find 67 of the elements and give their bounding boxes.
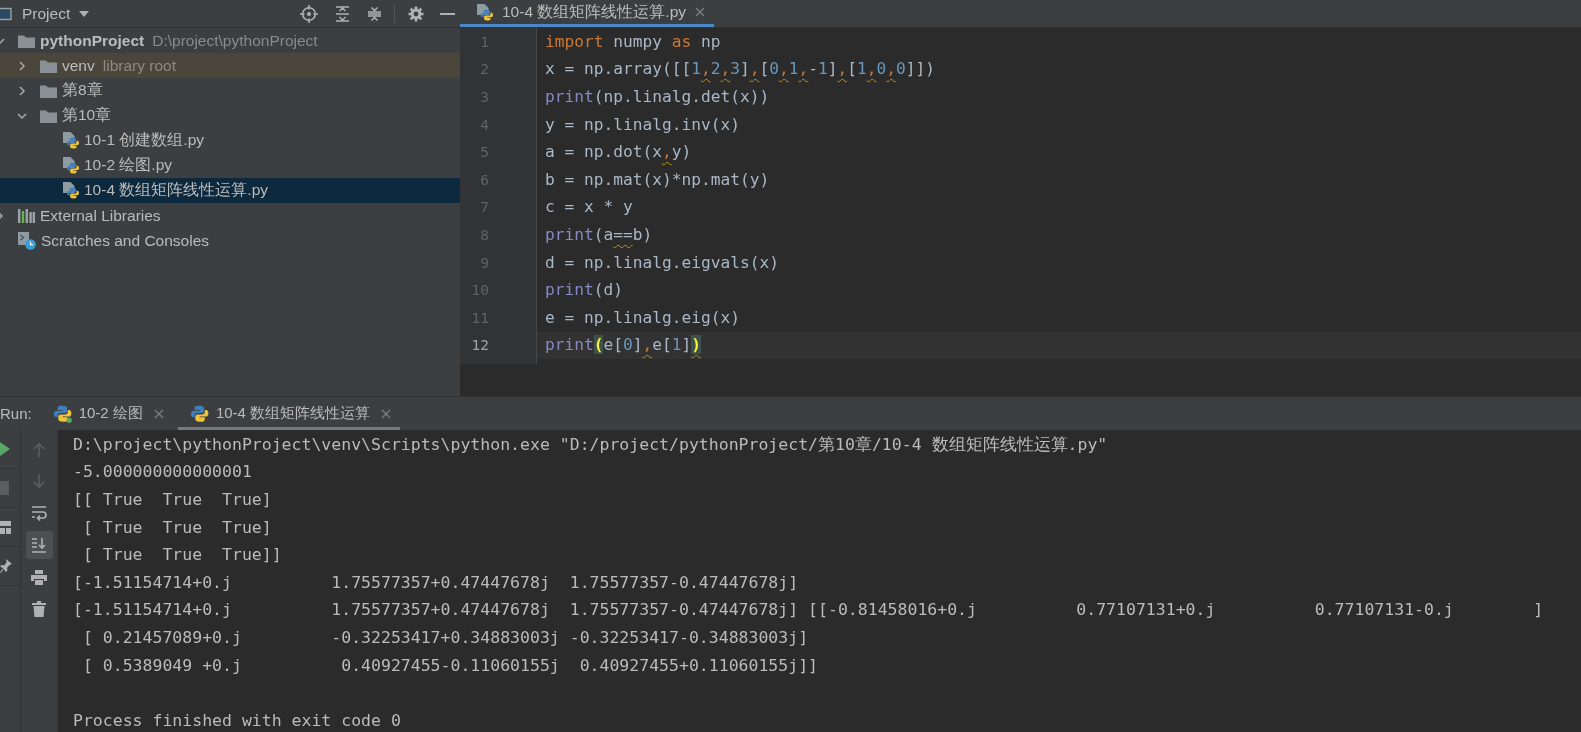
code-line: print(a==b) [545, 224, 653, 245]
tree-item[interactable]: 第10章 [0, 103, 460, 128]
folder-icon [40, 58, 57, 73]
close-icon[interactable] [153, 408, 164, 419]
console-line: [-1.51154714+0.j 1.75577357+0.47447678j 1.75577357-0.47447678j] [[-0.81458016+0.j 0.77107131+0.j 0.77107131-0.j ] [73, 600, 1544, 621]
locate-icon[interactable] [300, 4, 318, 23]
file-icon [62, 182, 79, 199]
console-line: [ True True True]] [81, 545, 282, 566]
console-line: [[ True True True] [73, 490, 272, 510]
console-line: [ 0.21457089+0.j -0.32253417+0.34883003j -0.32253417-0.34883003j] [81, 627, 809, 648]
exit-message: Process finished with exit code 0 [73, 709, 401, 732]
code-line: y = np.linalg.inv(x) [545, 114, 740, 135]
tree-item[interactable]: External Libraries [0, 203, 460, 228]
tree-item[interactable]: 10-1 创建数组.py [0, 128, 460, 153]
settings-icon[interactable] [408, 5, 424, 22]
console-line: D:\project\pythonProject\venv\Scripts\python.exe "D:/project/pythonProject/第10章/10-4 数组矩阵线性运算.py" [73, 434, 1108, 455]
file-icon [62, 132, 79, 149]
console-line: [ True True True] [81, 517, 272, 538]
play-icon[interactable] [0, 441, 10, 457]
code-line: print(d) [545, 280, 623, 301]
tree-item[interactable]: 第8章 [0, 78, 460, 103]
scratch-file-icon [18, 231, 36, 250]
code-line: d = np.linalg.eigvals(x) [545, 252, 779, 273]
tree-item[interactable]: 10-2 绘图.py [0, 153, 460, 178]
run-tab[interactable]: 10-2 绘图 [40, 397, 173, 430]
code-line: x = np.array([[1,2,3],[0,1,-1],[1,0,0]]) [545, 59, 935, 80]
panel-window-icon [0, 6, 12, 21]
pin-icon[interactable] [0, 559, 12, 573]
code-line: b = np.mat(x)*np.mat(y) [545, 169, 770, 190]
close-icon[interactable] [381, 408, 392, 419]
expand-all-icon[interactable] [335, 5, 350, 22]
folder-icon [18, 33, 35, 48]
tree-item[interactable]: Scratches and Consoles [0, 228, 460, 253]
console-line: -5.000000000000001 [73, 462, 252, 483]
console-line: [-1.51154714+0.j 1.75577357+0.47447678j 1.75577357-0.47447678j] [73, 572, 799, 593]
chevron-right-icon[interactable] [16, 59, 28, 72]
soft-wrap-icon[interactable] [31, 505, 47, 521]
layout-icon[interactable] [0, 520, 11, 534]
toggle-button[interactable] [25, 531, 53, 559]
close-icon[interactable] [695, 7, 705, 17]
code-line: print(e[0],e[1]) [545, 335, 701, 356]
status-dot-icon [66, 417, 72, 423]
folder-icon [40, 108, 57, 123]
code-line: import numpy as np [545, 31, 721, 52]
printer-icon[interactable] [31, 569, 47, 585]
folder-icon [40, 83, 57, 98]
run-tab[interactable]: 10-4 数组矩阵线性运算 [177, 397, 401, 430]
trash-icon[interactable] [32, 601, 46, 617]
library-bars-icon [18, 208, 35, 223]
collapse-all-icon[interactable] [367, 5, 382, 22]
tree-item[interactable]: pythonProject D:\project\pythonProject [0, 28, 460, 53]
tree-item[interactable]: venv library root [0, 53, 460, 78]
tree-item[interactable]: 10-4 数组矩阵线性运算.py [0, 178, 460, 203]
file-icon [476, 3, 493, 21]
run-label: Run: [0, 405, 32, 422]
scroll-to-end-icon[interactable] [31, 537, 47, 553]
minimize-icon[interactable] [440, 12, 455, 15]
code-line: e = np.linalg.eig(x) [545, 307, 740, 328]
line-number: 12 [471, 336, 489, 355]
code-line: a = np.dot(x,y) [545, 142, 692, 163]
code-line: print(np.linalg.det(x)) [545, 87, 770, 107]
view-selector[interactable]: Project [22, 4, 90, 23]
caret-down-icon [79, 10, 90, 17]
file-icon [62, 157, 79, 174]
chevron-right-icon[interactable] [16, 84, 28, 97]
console-line: [ 0.5389049 +0.j 0.40927455-0.11060155j 0.40927455+0.11060155j]] [81, 655, 819, 676]
code-line: c = x * y [545, 197, 633, 218]
